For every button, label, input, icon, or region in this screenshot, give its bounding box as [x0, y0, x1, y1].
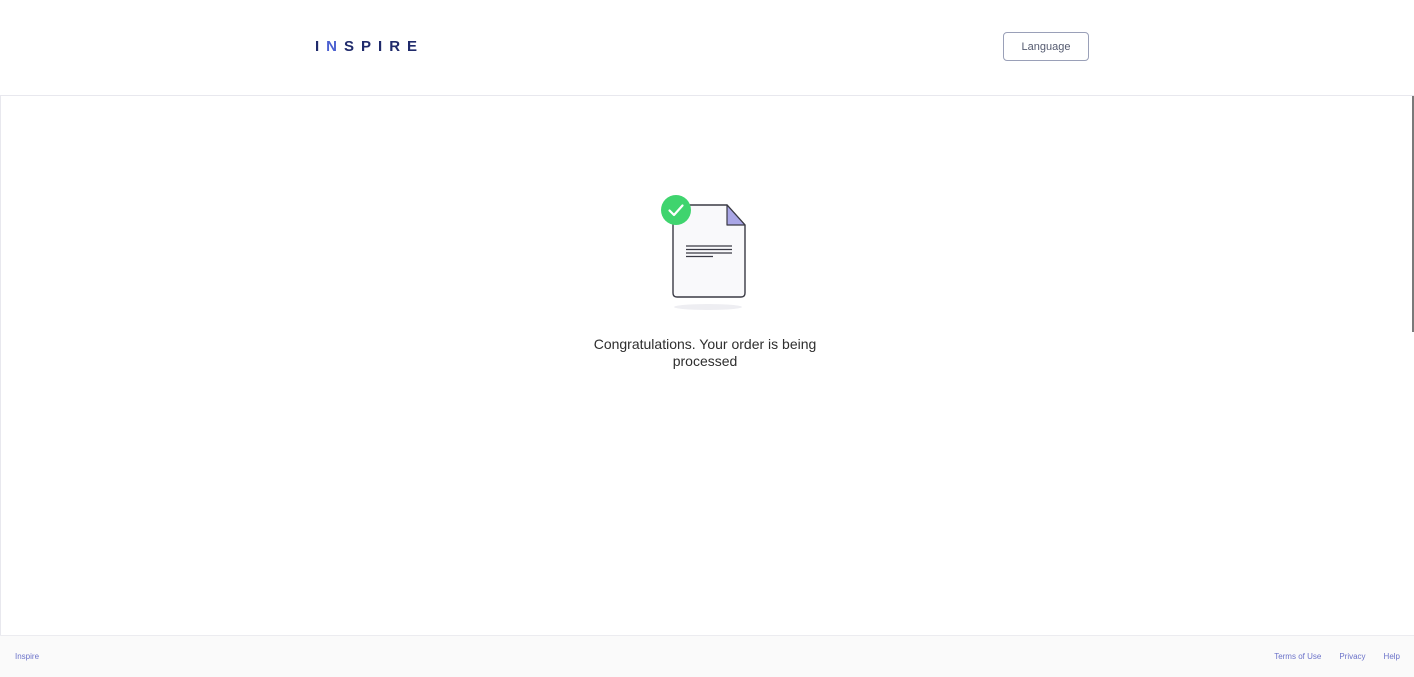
logo[interactable]: I N SPIRE	[315, 38, 424, 55]
footer-brand: Inspire	[15, 652, 40, 661]
logo-letter-i: I	[315, 38, 327, 55]
language-button[interactable]: Language	[1003, 32, 1089, 61]
footer-link-privacy[interactable]: Privacy	[1339, 652, 1365, 661]
check-circle-icon	[661, 195, 691, 225]
footer-link-terms[interactable]: Terms of Use	[1274, 652, 1321, 661]
logo-letters-spire: SPIRE	[344, 38, 425, 55]
logo-letter-n: N	[326, 38, 345, 55]
header: I N SPIRE Language	[0, 0, 1414, 96]
order-status-message: Congratulations. Your order is being pro…	[593, 336, 817, 369]
footer: Inspire Terms of Use Privacy Help	[0, 635, 1414, 677]
order-success-illustration	[661, 195, 746, 310]
footer-links: Terms of Use Privacy Help	[1274, 652, 1400, 661]
footer-link-help[interactable]: Help	[1384, 652, 1400, 661]
document-shadow	[674, 304, 742, 310]
